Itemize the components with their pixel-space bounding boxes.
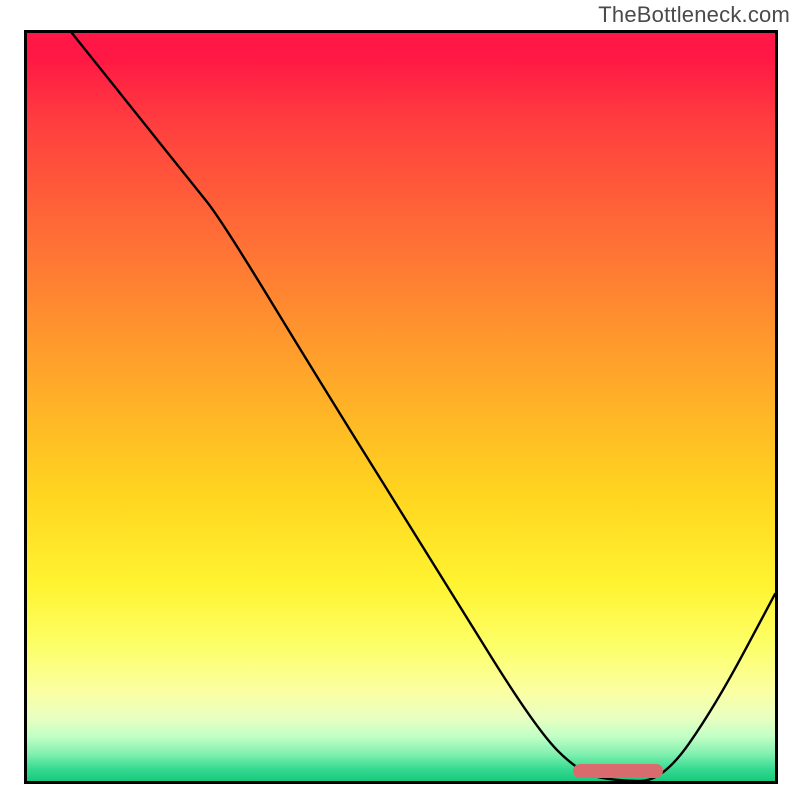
curve-line (27, 33, 775, 781)
plot-frame (24, 30, 778, 784)
optimum-marker (573, 764, 663, 778)
watermark-text: TheBottleneck.com (598, 2, 790, 28)
chart-container: TheBottleneck.com (0, 0, 800, 800)
